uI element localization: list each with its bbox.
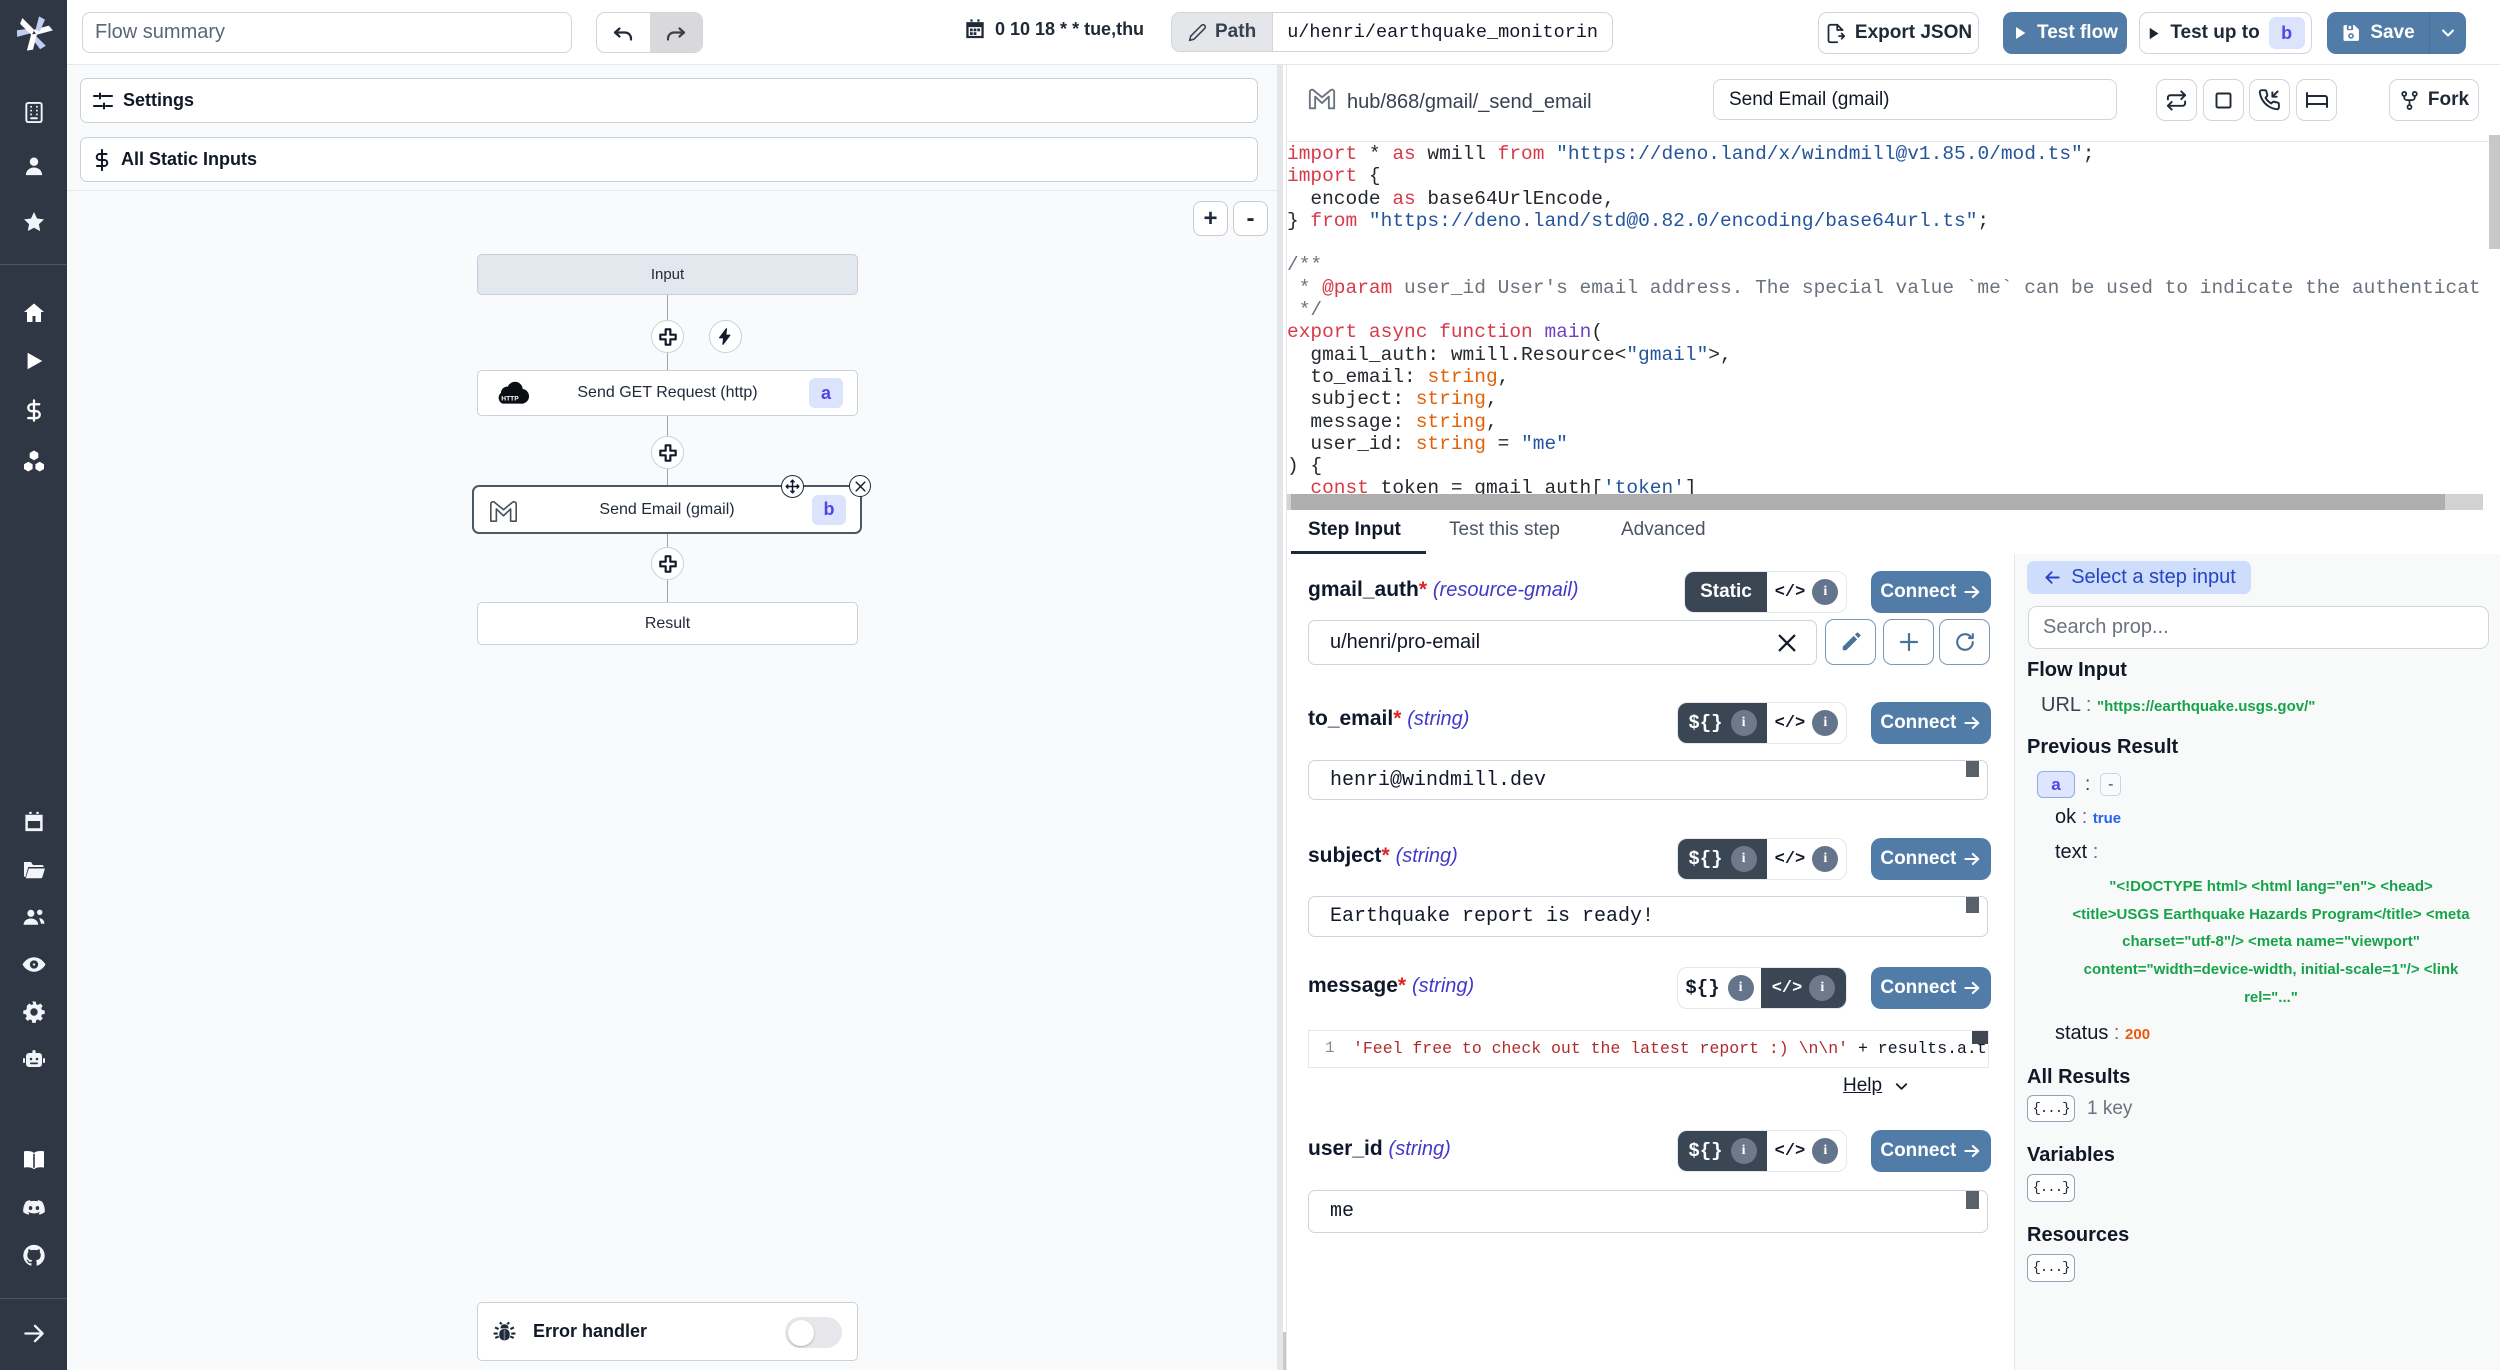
- svg-text:HTTP: HTTP: [501, 396, 519, 403]
